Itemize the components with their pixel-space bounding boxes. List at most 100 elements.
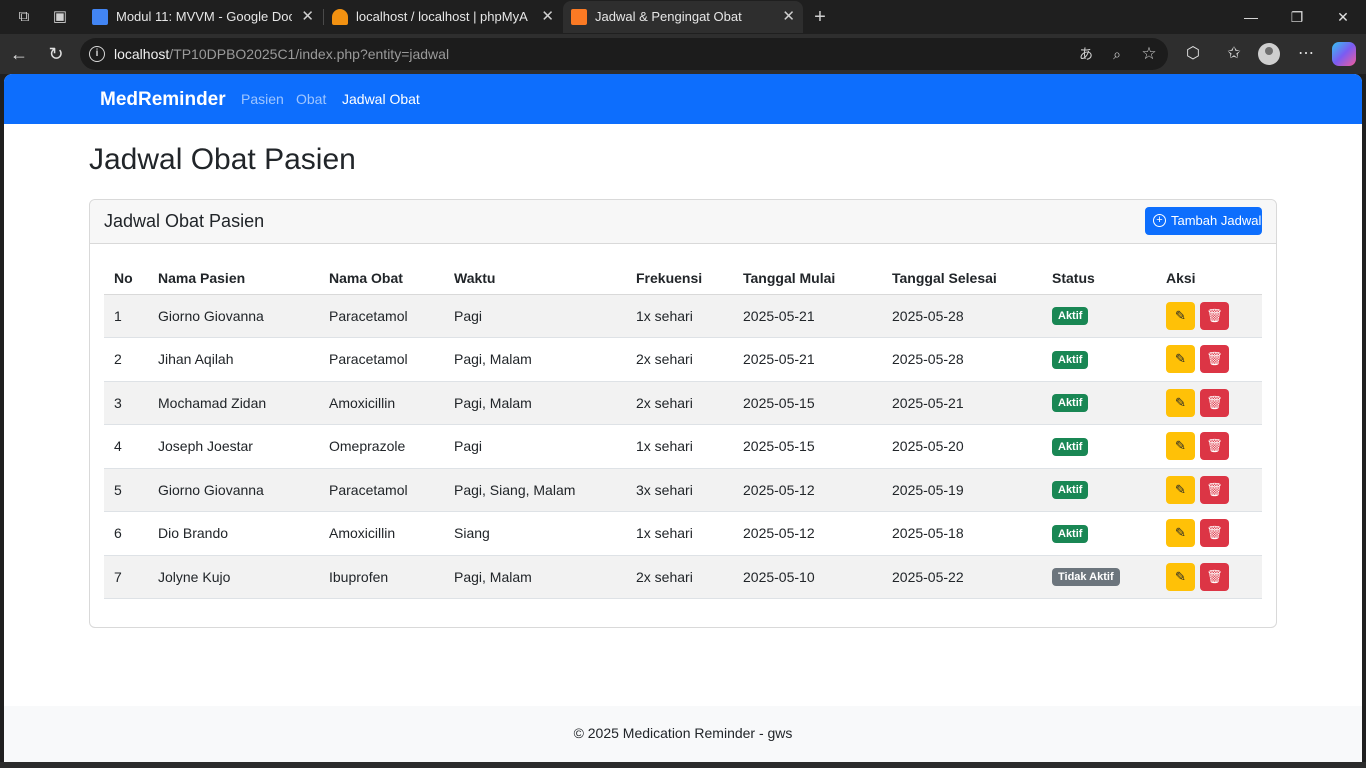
cell-obat: Paracetamol xyxy=(319,294,444,338)
cell-aksi: ✎ 🗑 xyxy=(1156,294,1262,338)
cell-status: Aktif xyxy=(1042,294,1156,338)
delete-button[interactable]: 🗑 xyxy=(1199,475,1229,504)
phpmyadmin-icon xyxy=(332,9,348,25)
delete-button[interactable]: 🗑 xyxy=(1199,562,1229,591)
edit-button[interactable]: ✎ xyxy=(1166,562,1195,591)
cell-pasien: Giorno Giovanna xyxy=(148,468,319,512)
delete-button[interactable]: 🗑 xyxy=(1199,432,1229,461)
table-row: 1 Giorno Giovanna Paracetamol Pagi 1x sehari… xyxy=(104,294,1262,338)
delete-button[interactable]: 🗑 xyxy=(1199,388,1229,417)
column-header: Tanggal Mulai xyxy=(733,262,882,295)
brand-logo[interactable]: MedReminder xyxy=(100,89,226,111)
tab-google-docs[interactable]: Modul 11: MVVM - Google Docs ✕ xyxy=(84,1,322,33)
pencil-icon: ✎ xyxy=(1175,568,1186,584)
cell-aksi: ✎ 🗑 xyxy=(1156,337,1262,382)
table-header-row: No Nama Pasien Nama Obat Waktu Frekuensi… xyxy=(104,262,1262,295)
cell-waktu: Pagi xyxy=(444,424,626,469)
status-badge: Aktif xyxy=(1052,394,1089,413)
vertical-tabs-icon[interactable]: ▣ xyxy=(49,6,71,28)
pencil-icon: ✎ xyxy=(1175,438,1186,454)
new-tab-icon[interactable]: + xyxy=(809,6,831,28)
nav-link-obat[interactable]: Obat xyxy=(296,91,326,107)
url-text: localhost/TP10DPBO2025C1/index.php?entit… xyxy=(114,46,450,62)
edit-button[interactable]: ✎ xyxy=(1166,432,1195,461)
cell-aksi: ✎ 🗑 xyxy=(1156,468,1262,512)
edit-button[interactable]: ✎ xyxy=(1166,475,1195,504)
cell-selesai: 2025-05-18 xyxy=(882,511,1042,556)
page-viewport: MedReminder Pasien Obat Jadwal Obat Jadw… xyxy=(4,74,1362,762)
cell-waktu: Siang xyxy=(444,511,626,556)
edit-button[interactable]: ✎ xyxy=(1166,345,1195,374)
read-aloud-icon[interactable]: あ xyxy=(1076,44,1096,64)
cell-status: Aktif xyxy=(1042,337,1156,382)
status-badge: Aktif xyxy=(1052,481,1089,500)
favorite-star-icon[interactable]: ☆ xyxy=(1139,44,1159,64)
close-tab-icon[interactable]: ✕ xyxy=(541,7,554,25)
cell-waktu: Pagi, Malam xyxy=(444,555,626,599)
jadwal-card: Jadwal Obat Pasien + Tambah Jadwal No Na… xyxy=(89,199,1277,628)
status-badge: Aktif xyxy=(1052,307,1089,326)
cell-aksi: ✎ 🗑 xyxy=(1156,424,1262,469)
close-window-icon[interactable]: ✕ xyxy=(1320,4,1366,30)
nav-link-pasien[interactable]: Pasien xyxy=(241,91,284,107)
tab-jadwal-active[interactable]: Jadwal & Pengingat Obat ✕ xyxy=(563,1,803,33)
cell-obat: Paracetamol xyxy=(319,468,444,512)
favorites-icon[interactable]: ✩ xyxy=(1222,42,1246,66)
more-menu-icon[interactable]: ⋯ xyxy=(1294,42,1318,66)
column-header: Frekuensi xyxy=(626,262,733,295)
url-input[interactable]: i localhost/TP10DPBO2025C1/index.php?ent… xyxy=(80,38,1168,70)
cell-pasien: Mochamad Zidan xyxy=(148,381,319,425)
pencil-icon: ✎ xyxy=(1175,481,1186,497)
edit-button[interactable]: ✎ xyxy=(1166,388,1195,417)
cell-status: Aktif xyxy=(1042,381,1156,425)
close-tab-icon[interactable]: ✕ xyxy=(301,7,314,25)
cell-mulai: 2025-05-15 xyxy=(733,424,882,469)
close-tab-icon[interactable]: ✕ xyxy=(782,7,795,25)
site-info-icon[interactable]: i xyxy=(89,46,105,62)
copilot-icon[interactable] xyxy=(1332,42,1356,66)
delete-button[interactable]: 🗑 xyxy=(1199,519,1229,548)
cell-mulai: 2025-05-21 xyxy=(733,337,882,382)
column-header: Nama Obat xyxy=(319,262,444,295)
refresh-icon[interactable]: ↻ xyxy=(44,42,68,66)
workspaces-icon[interactable]: ⧉ xyxy=(13,6,35,28)
restore-icon[interactable]: ❐ xyxy=(1274,4,1320,30)
trash-icon: 🗑 xyxy=(1206,351,1223,367)
cell-pasien: Dio Brando xyxy=(148,511,319,556)
cell-selesai: 2025-05-28 xyxy=(882,337,1042,382)
profile-avatar-icon[interactable] xyxy=(1258,43,1280,65)
nav-link-jadwal-obat[interactable]: Jadwal Obat xyxy=(342,91,420,107)
cell-no: 6 xyxy=(104,511,148,556)
cell-no: 1 xyxy=(104,294,148,338)
tambah-jadwal-label: Tambah Jadwal xyxy=(1171,213,1262,228)
cell-obat: Ibuprofen xyxy=(319,555,444,599)
trash-icon: 🗑 xyxy=(1206,438,1223,454)
delete-button[interactable]: 🗑 xyxy=(1199,345,1229,374)
cell-mulai: 2025-05-12 xyxy=(733,468,882,512)
jadwal-table: No Nama Pasien Nama Obat Waktu Frekuensi… xyxy=(104,262,1262,599)
navbar: MedReminder Pasien Obat Jadwal Obat xyxy=(4,74,1362,124)
taskbar-edge xyxy=(0,762,1366,768)
cell-frekuensi: 2x sehari xyxy=(626,337,733,382)
delete-button[interactable]: 🗑 xyxy=(1199,301,1229,330)
cell-mulai: 2025-05-21 xyxy=(733,294,882,338)
minimize-icon[interactable]: — xyxy=(1228,4,1274,30)
table-body: 1 Giorno Giovanna Paracetamol Pagi 1x sehari… xyxy=(104,294,1262,599)
pencil-icon: ✎ xyxy=(1175,351,1186,367)
status-badge: Aktif xyxy=(1052,437,1089,456)
edit-button[interactable]: ✎ xyxy=(1166,519,1195,548)
cell-selesai: 2025-05-19 xyxy=(882,468,1042,512)
zoom-icon[interactable]: ⌕ xyxy=(1107,44,1127,64)
cell-waktu: Pagi, Siang, Malam xyxy=(444,468,626,512)
cell-waktu: Pagi xyxy=(444,294,626,338)
tab-phpmyadmin[interactable]: localhost / localhost | phpMyAdmi ✕ xyxy=(324,1,562,33)
cell-mulai: 2025-05-12 xyxy=(733,511,882,556)
back-icon[interactable]: ← xyxy=(7,42,31,66)
extensions-icon[interactable]: ⬡ xyxy=(1181,42,1205,66)
cell-status: Tidak Aktif xyxy=(1042,555,1156,599)
cell-status: Aktif xyxy=(1042,424,1156,469)
status-badge: Aktif xyxy=(1052,524,1089,543)
edit-button[interactable]: ✎ xyxy=(1166,301,1195,330)
tambah-jadwal-button[interactable]: + Tambah Jadwal xyxy=(1145,207,1262,235)
cell-selesai: 2025-05-28 xyxy=(882,294,1042,338)
